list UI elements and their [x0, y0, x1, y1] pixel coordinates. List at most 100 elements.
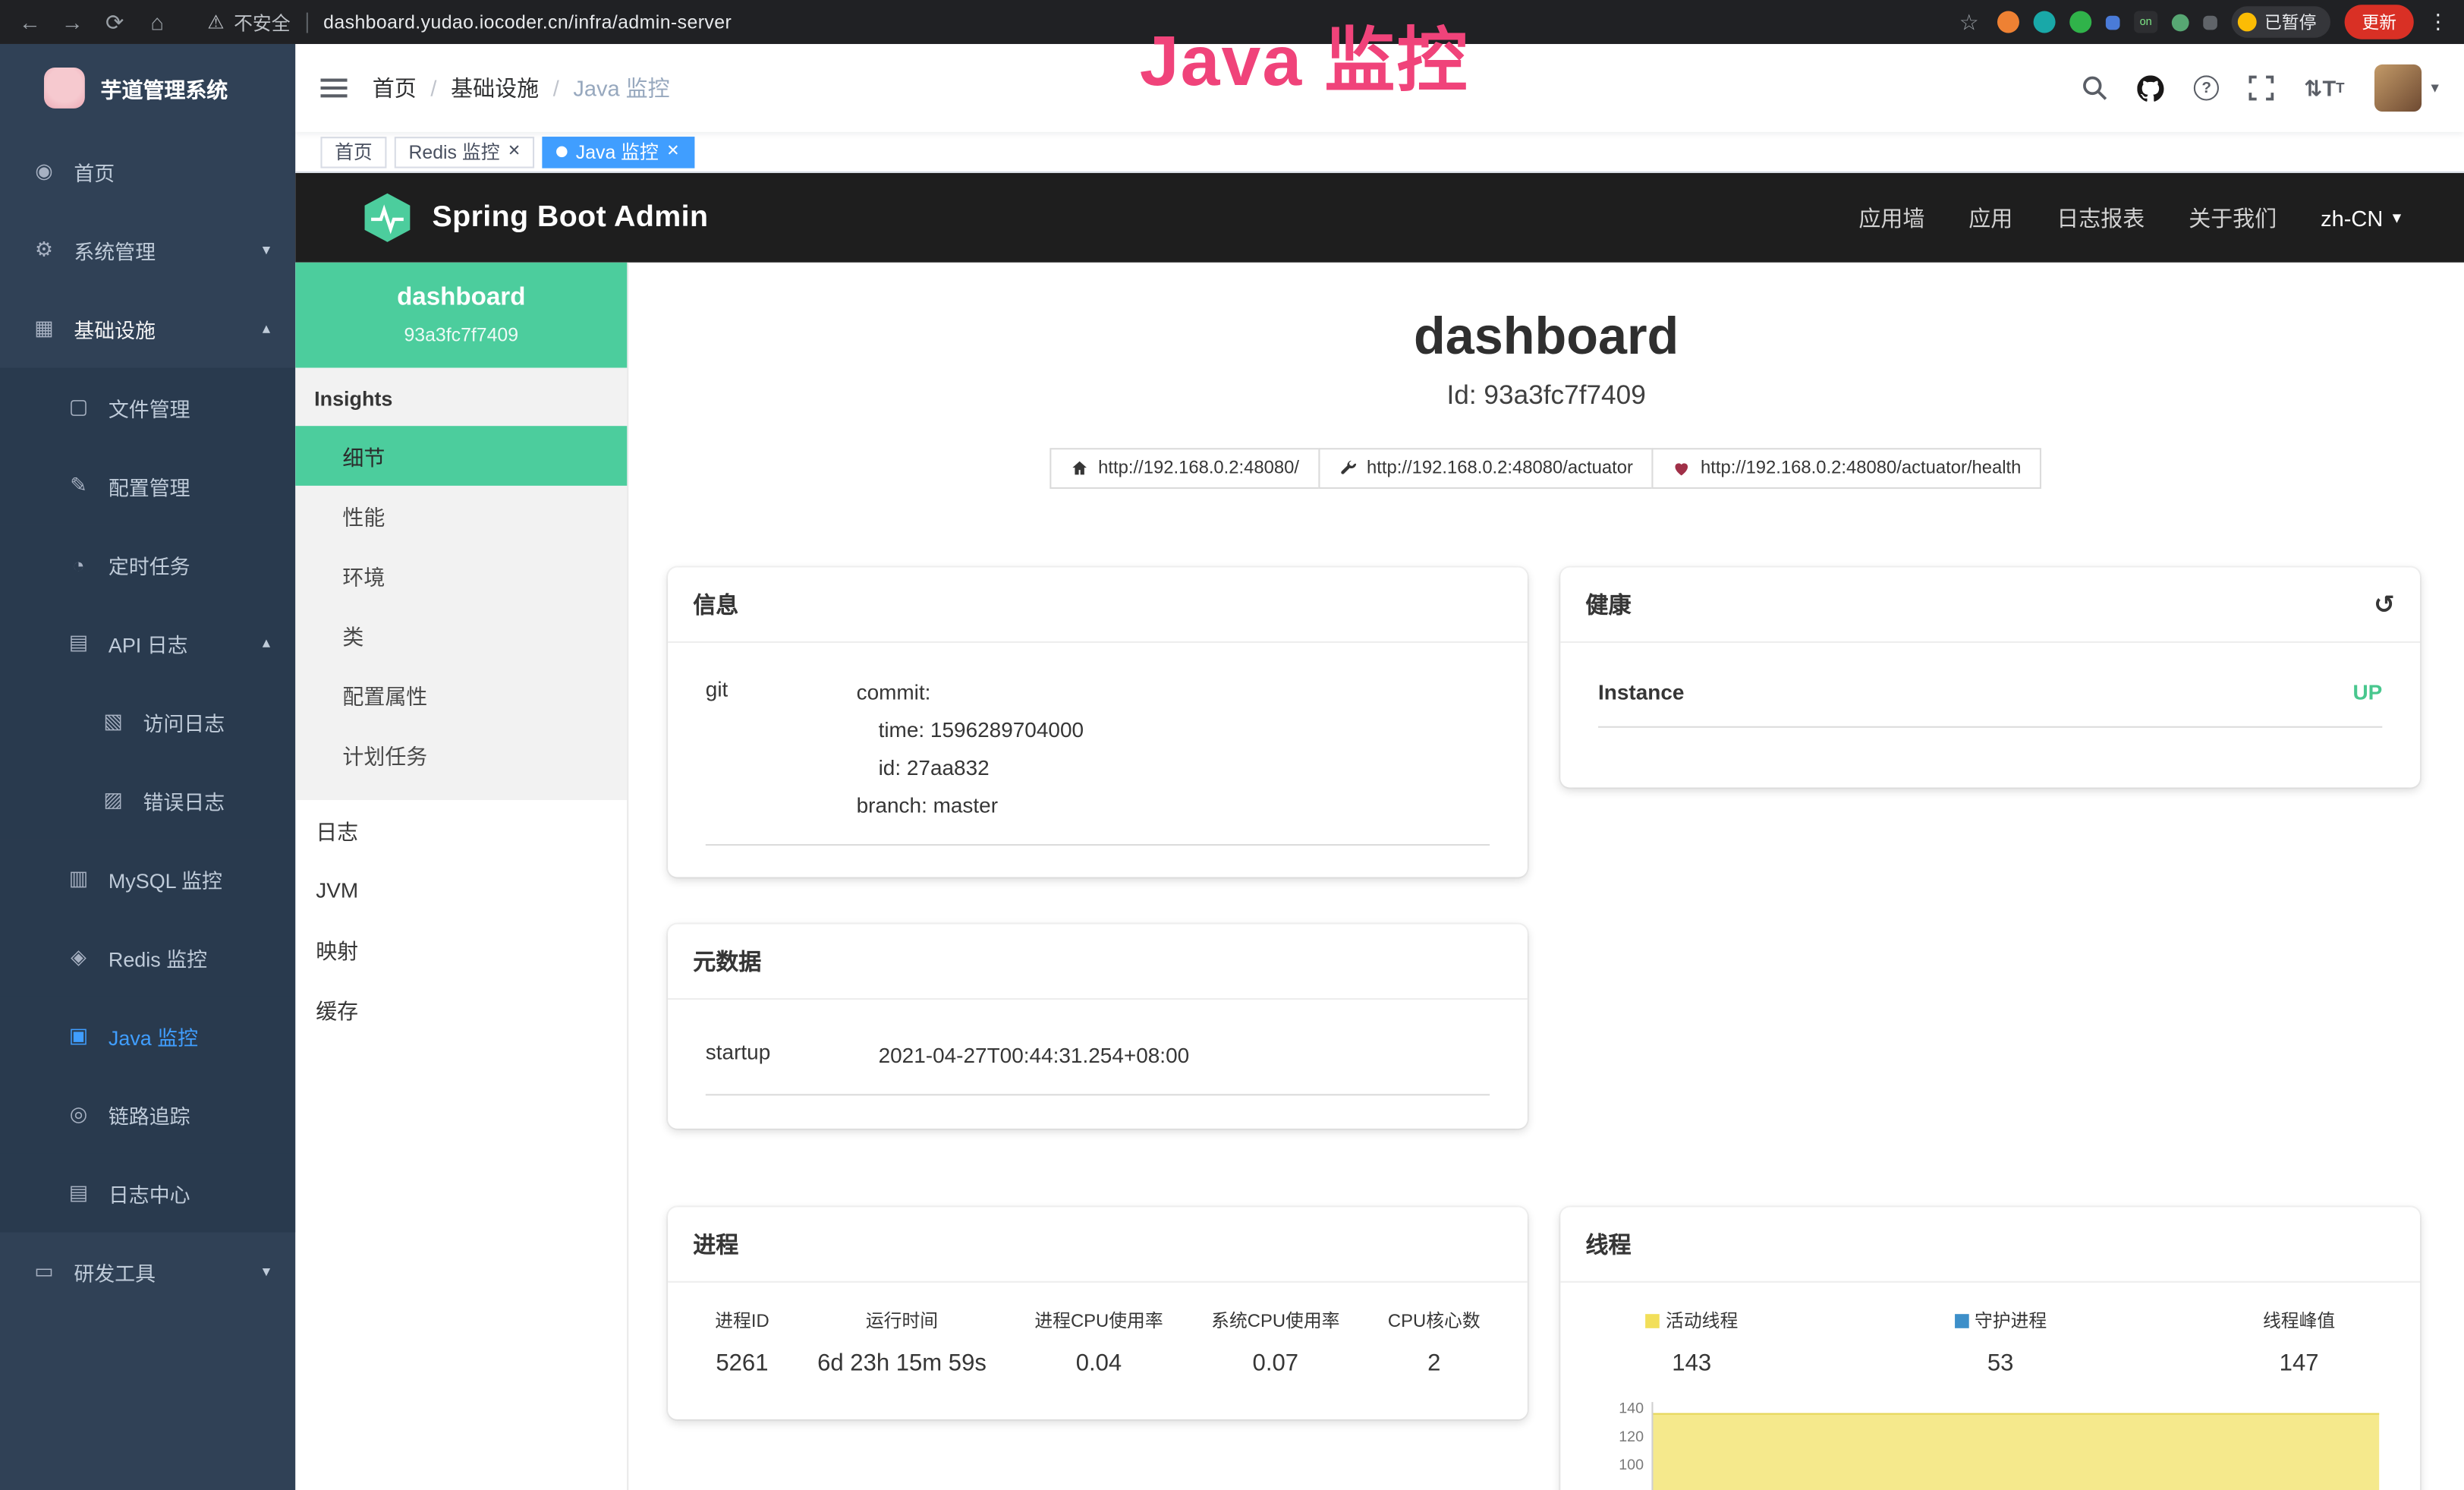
wrench-icon: [1339, 459, 1358, 478]
sidebar-item-redis-monitor[interactable]: ◈ Redis 监控: [0, 918, 295, 997]
instance-id: Id: 93a3fc7f7409: [628, 380, 2464, 411]
sidebar-item-error-logs[interactable]: ▨ 错误日志: [0, 761, 295, 840]
legend-live-threads: 活动线程 143: [1645, 1308, 1738, 1377]
tags-view: 首页 Redis 监控 ✕ Java 监控 ✕: [295, 132, 2464, 173]
health-url-link[interactable]: http://192.168.0.2:48080/actuator/health: [1652, 448, 2041, 489]
sba-nav-about[interactable]: 关于我们: [2189, 202, 2277, 233]
sba-sidebar: dashboard 93a3fc7f7409 Insights 细节 性能 环境…: [295, 263, 628, 1490]
tab-redis-monitor[interactable]: Redis 监控 ✕: [395, 136, 535, 167]
sidebar-item-access-logs[interactable]: ▧ 访问日志: [0, 682, 295, 761]
url-text[interactable]: dashboard.yudao.iocoder.cn/infra/admin-s…: [323, 11, 732, 33]
omnibox[interactable]: ⚠ 不安全 dashboard.yudao.iocoder.cn/infra/a…: [207, 8, 732, 35]
security-label: 不安全: [234, 8, 291, 35]
error-log-icon: ▨: [101, 787, 126, 812]
sidebar-item-java-monitor[interactable]: ▣ Java 监控: [0, 997, 295, 1076]
close-icon[interactable]: ✕: [508, 143, 521, 160]
extension-on-badge[interactable]: on: [2134, 11, 2157, 33]
instance-url-link[interactable]: http://192.168.0.2:48080/: [1049, 448, 1320, 489]
sba-item-caches[interactable]: 缓存: [295, 979, 627, 1039]
sidebar-item-api-logs[interactable]: ▤ API 日志 ▴: [0, 603, 295, 682]
sidebar-item-scheduled-tasks[interactable]: ◔ 定时任务: [0, 525, 295, 604]
stat-pid: 进程ID 5261: [715, 1308, 769, 1377]
chart-area-live-threads: [1653, 1413, 2379, 1490]
sidebar-item-file-management[interactable]: ▢ 文件管理: [0, 368, 295, 447]
gear-icon: ⚙: [31, 238, 56, 263]
sidebar-item-home[interactable]: ◉ 首页: [0, 132, 295, 211]
sidebar-item-tracing[interactable]: ◎ 链路追踪: [0, 1075, 295, 1154]
extension-icon-teal[interactable]: [2034, 11, 2056, 33]
active-dot: [557, 146, 568, 157]
app-logo[interactable]: 芋道管理系统: [0, 44, 295, 132]
user-menu[interactable]: ▾: [2374, 65, 2439, 112]
extension-icon-leaf[interactable]: [2172, 14, 2189, 31]
sba-item-scheduled-tasks[interactable]: 计划任务: [295, 725, 627, 785]
reload-icon[interactable]: ⟳: [101, 8, 129, 35]
home-icon[interactable]: ⌂: [143, 9, 171, 34]
back-icon[interactable]: ←: [16, 9, 44, 34]
search-icon[interactable]: [2082, 75, 2107, 100]
extension-icon-orange[interactable]: [1997, 11, 2019, 33]
sba-nav-applications[interactable]: 应用: [1968, 202, 2012, 233]
sba-brand[interactable]: Spring Boot Admin: [361, 192, 708, 244]
browser-menu-icon[interactable]: ⋮: [2428, 9, 2448, 34]
sidebar-collapse-icon[interactable]: [320, 77, 347, 99]
sba-item-logs[interactable]: 日志: [295, 800, 627, 860]
sba-item-metrics[interactable]: 性能: [295, 486, 627, 546]
chevron-up-icon: ▴: [263, 635, 270, 652]
fullscreen-icon[interactable]: [2249, 75, 2274, 100]
sidebar-item-infrastructure[interactable]: ▦ 基础设施 ▴: [0, 289, 295, 368]
sidebar-item-mysql-monitor[interactable]: ▥ MySQL 监控: [0, 840, 295, 918]
sba-item-environment[interactable]: 环境: [295, 546, 627, 606]
sidebar-item-dev-tools[interactable]: ▭ 研发工具 ▾: [0, 1233, 295, 1312]
redis-icon: ◈: [66, 945, 91, 970]
metadata-startup-row: startup 2021-04-27T00:44:31.254+08:00: [706, 1022, 1490, 1095]
chevron-down-icon: ▾: [2393, 207, 2401, 228]
chart-y-axis: 140 120 100: [1598, 1402, 1651, 1490]
chrome-update-button[interactable]: 更新: [2345, 5, 2414, 39]
sidebar-item-config-management[interactable]: ✎ 配置管理: [0, 446, 295, 525]
process-stats: 进程ID 5261 运行时间 6d 23h 15m 59s 进程CPU使用率 0…: [706, 1305, 1490, 1377]
sba-item-details[interactable]: 细节: [295, 426, 627, 486]
history-icon[interactable]: ↺: [2374, 589, 2395, 620]
breadcrumb-home[interactable]: 首页: [373, 72, 417, 103]
breadcrumb: 首页 / 基础设施 / Java 监控: [373, 72, 670, 103]
forward-icon[interactable]: →: [58, 9, 87, 34]
extension-icon-green[interactable]: [2069, 11, 2091, 33]
tab-java-monitor[interactable]: Java 监控 ✕: [543, 136, 694, 167]
extension-icon-blue[interactable]: [2106, 15, 2120, 30]
tab-home[interactable]: 首页: [320, 136, 386, 167]
info-card: 信息 git commit: time: 1596289704000 id: 2…: [668, 568, 1528, 877]
sba-nav-journal[interactable]: 日志报表: [2056, 202, 2145, 233]
legend-peak-threads: 线程峰值 147: [2263, 1308, 2335, 1377]
font-size-icon[interactable]: ⇅TT: [2304, 74, 2344, 101]
screenshot-root: ← → ⟳ ⌂ ⚠ 不安全 dashboard.yudao.iocoder.cn…: [0, 0, 2464, 1490]
app-sidebar: 芋道管理系统 ◉ 首页 ⚙ 系统管理 ▾ ▦ 基础设施 ▴ ▢ 文件管理 ✎: [0, 44, 295, 1490]
github-icon[interactable]: [2138, 74, 2164, 101]
bookmark-star-icon[interactable]: ☆: [1955, 8, 1983, 35]
stat-cpu-cores: CPU核心数 2: [1388, 1308, 1481, 1377]
sba-item-config-props[interactable]: 配置属性: [295, 665, 627, 725]
monitor-icon: ▣: [66, 1023, 91, 1048]
pencil-icon: ✎: [66, 473, 91, 498]
sidebar-item-system-management[interactable]: ⚙ 系统管理 ▾: [0, 210, 295, 289]
sba-item-classes[interactable]: 类: [295, 605, 627, 665]
file-icon: ▢: [66, 395, 91, 420]
sidebar-item-log-center[interactable]: ▤ 日志中心: [0, 1154, 295, 1233]
sba-instance-header[interactable]: dashboard 93a3fc7f7409: [295, 263, 627, 368]
heart-icon: [1673, 459, 1691, 478]
sba-nav-menu: 应用墙 应用 日志报表 关于我们 zh-CN ▾: [1858, 202, 2401, 233]
sba-item-jvm[interactable]: JVM: [295, 860, 627, 920]
stat-process-cpu: 进程CPU使用率 0.04: [1034, 1308, 1163, 1377]
locale-select[interactable]: zh-CN ▾: [2321, 205, 2401, 230]
extension-puzzle-icon[interactable]: [2203, 15, 2217, 30]
close-icon[interactable]: ✕: [666, 143, 679, 160]
actuator-url-link[interactable]: http://192.168.0.2:48080/actuator: [1318, 448, 1654, 489]
breadcrumb-infrastructure[interactable]: 基础设施: [451, 72, 539, 103]
help-icon[interactable]: ?: [2194, 75, 2219, 100]
legend-swatch-yellow: [1645, 1313, 1660, 1328]
sba-item-mappings[interactable]: 映射: [295, 919, 627, 979]
sba-nav-wallboard[interactable]: 应用墙: [1858, 202, 1924, 233]
home-icon: [1070, 459, 1089, 478]
process-card: 进程 进程ID 5261 运行时间 6d 23h 15m 59s: [668, 1207, 1528, 1419]
paused-extension-badge[interactable]: 已暂停: [2232, 6, 2330, 37]
